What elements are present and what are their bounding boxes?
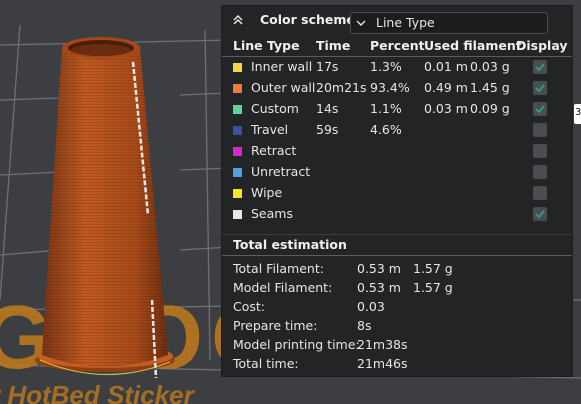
- color-swatch-retract: [233, 147, 242, 156]
- side-panel-button[interactable]: 3: [574, 104, 581, 124]
- chevron-down-icon: [356, 20, 366, 26]
- color-swatch-unretract: [233, 168, 242, 177]
- legend-panel: Color scheme Line Type Line Type Time Pe…: [222, 6, 572, 376]
- display-checkbox-outer-wall[interactable]: [533, 81, 547, 95]
- color-swatch-travel: [233, 126, 242, 135]
- svg-text:r HotBed Sticker: r HotBed Sticker: [0, 380, 196, 404]
- line-type-name: Inner wall: [251, 59, 313, 74]
- estimation-row: Model Filament: 0.53 m 1.57 g: [222, 279, 572, 298]
- estimation-value-secondary: 1.57 g: [413, 280, 453, 295]
- estimation-label: Model printing time:: [233, 337, 360, 352]
- estimation-divider: [222, 255, 572, 256]
- line-type-name: Wipe: [251, 185, 283, 200]
- color-swatch-outer-wall: [233, 84, 242, 93]
- estimation-value: 0.53 m: [357, 280, 401, 295]
- time-value: 14s: [316, 101, 339, 116]
- line-type-name: Retract: [251, 143, 297, 158]
- line-type-name: Outer wall: [251, 80, 316, 95]
- estimation-label: Model Filament:: [233, 280, 333, 295]
- color-swatch-inner-wall: [233, 63, 242, 72]
- filament-weight: 0.09 g: [470, 101, 510, 116]
- display-checkbox-travel[interactable]: [533, 123, 547, 137]
- checkmark-icon: [535, 210, 545, 219]
- percent-value: 1.3%: [370, 59, 402, 74]
- total-estimation-title: Total estimation: [233, 237, 347, 252]
- collapse-icon[interactable]: [231, 13, 245, 27]
- estimation-row: Model printing time: 21m38s: [222, 336, 572, 355]
- estimation-value: 21m46s: [357, 356, 408, 371]
- percent-value: 93.4%: [370, 80, 410, 95]
- column-header-line-type: Line Type: [233, 38, 300, 53]
- estimation-label: Prepare time:: [233, 318, 318, 333]
- filament-length: 0.49 m: [424, 80, 468, 95]
- legend-row: Retract: [222, 141, 572, 162]
- line-type-name: Travel: [251, 122, 289, 137]
- filament-weight: 1.45 g: [470, 80, 510, 95]
- display-checkbox-custom[interactable]: [533, 102, 547, 116]
- color-scheme-label: Color scheme: [260, 12, 355, 27]
- time-value: 17s: [316, 59, 339, 74]
- estimation-value: 21m38s: [357, 337, 408, 352]
- line-type-name: Custom: [251, 101, 299, 116]
- estimation-value: 8s: [357, 318, 372, 333]
- percent-value: 4.6%: [370, 122, 402, 137]
- legend-row: Inner wall 17s 1.3% 0.01 m 0.03 g: [222, 57, 572, 78]
- color-swatch-wipe: [233, 189, 242, 198]
- section-divider: [222, 234, 572, 235]
- legend-header: Color scheme Line Type: [222, 6, 572, 36]
- estimation-label: Total Filament:: [233, 261, 324, 276]
- estimation-row: Total Filament: 0.53 m 1.57 g: [222, 260, 572, 279]
- line-type-name: Seams: [251, 206, 293, 221]
- column-header-used-filament: Used filament: [424, 38, 522, 53]
- percent-value: 1.1%: [370, 101, 402, 116]
- estimation-row: Prepare time: 8s: [222, 317, 572, 336]
- legend-row: Unretract: [222, 162, 572, 183]
- checkmark-icon: [535, 84, 545, 93]
- filament-length: 0.01 m: [424, 59, 468, 74]
- estimation-row: Cost: 0.03: [222, 298, 572, 317]
- estimation-label: Cost:: [233, 299, 266, 314]
- display-checkbox-inner-wall[interactable]: [533, 60, 547, 74]
- color-scheme-select[interactable]: Line Type: [350, 12, 548, 34]
- checkmark-icon: [535, 105, 545, 114]
- column-header-percent: Percent: [370, 38, 425, 53]
- estimation-label: Total time:: [233, 356, 299, 371]
- color-swatch-seams: [233, 210, 242, 219]
- estimation-value: 0.53 m: [357, 261, 401, 276]
- display-checkbox-wipe[interactable]: [533, 186, 547, 200]
- legend-row: Seams: [222, 204, 572, 225]
- legend-row: Custom 14s 1.1% 0.03 m 0.09 g: [222, 99, 572, 120]
- column-header-time: Time: [316, 38, 351, 53]
- legend-row: Outer wall 20m21s 93.4% 0.49 m 1.45 g: [222, 78, 572, 99]
- filament-weight: 0.03 g: [470, 59, 510, 74]
- time-value: 20m21s: [316, 80, 367, 95]
- estimation-value-secondary: 1.57 g: [413, 261, 453, 276]
- estimation-row: Total time: 21m46s: [222, 355, 572, 374]
- checkmark-icon: [535, 63, 545, 72]
- display-checkbox-seams[interactable]: [533, 207, 547, 221]
- estimation-value: 0.03: [357, 299, 385, 314]
- time-value: 59s: [316, 122, 339, 137]
- legend-row: Wipe: [222, 183, 572, 204]
- display-checkbox-unretract[interactable]: [533, 165, 547, 179]
- column-header-display: Display: [516, 38, 568, 53]
- color-swatch-custom: [233, 105, 242, 114]
- legend-row: Travel 59s 4.6%: [222, 120, 572, 141]
- filament-length: 0.03 m: [424, 101, 468, 116]
- color-scheme-value: Line Type: [376, 15, 435, 30]
- line-type-name: Unretract: [251, 164, 311, 179]
- display-checkbox-retract[interactable]: [533, 144, 547, 158]
